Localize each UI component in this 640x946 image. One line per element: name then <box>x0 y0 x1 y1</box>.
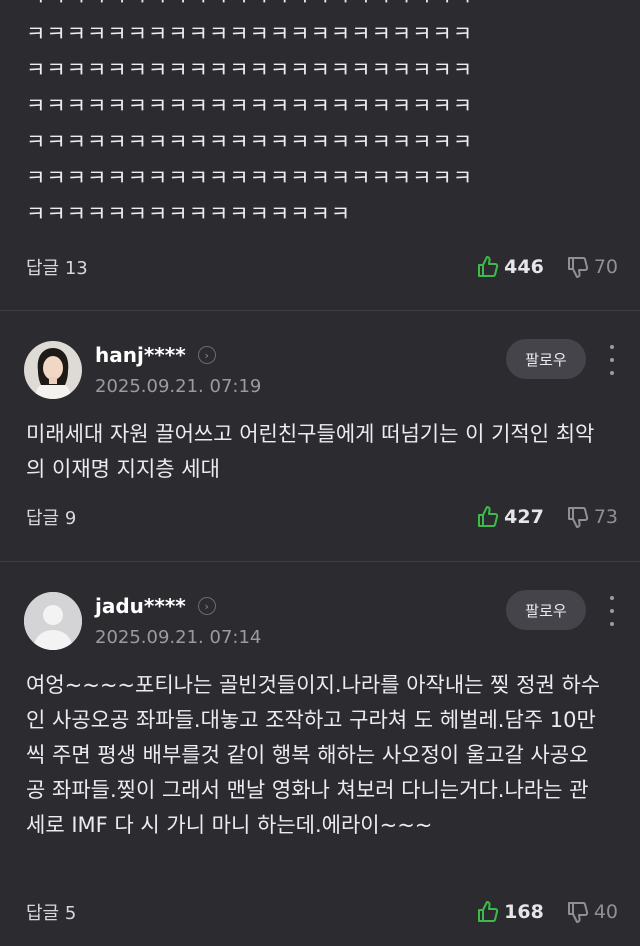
comment-date: 2025.09.21. 07:19 <box>95 376 262 397</box>
dislike-count: 70 <box>593 256 618 278</box>
username[interactable]: jadu**** <box>95 594 186 618</box>
avatar[interactable] <box>24 592 82 650</box>
comment-item: ㅋㅋㅋㅋㅋㅋㅋㅋㅋㅋㅋㅋㅋㅋㅋㅋㅋㅋㅋㅋㅋㅋ ㅋㅋㅋㅋㅋㅋㅋㅋㅋㅋㅋㅋㅋㅋㅋㅋㅋ… <box>0 0 640 311</box>
follow-button[interactable]: 팔로우 <box>506 339 586 379</box>
username[interactable]: hanj**** <box>95 343 186 367</box>
comment-text: 미래세대 자원 끌어쓰고 어린친구들에게 떠넘기는 이 기적인 최악의 이재명 … <box>26 422 595 481</box>
username-row: hanj**** › <box>95 343 216 367</box>
comment-item: jadu**** › 2025.09.21. 07:14 팔로우 여엉~~~~포… <box>0 562 640 946</box>
reply-button[interactable]: 답글 13 <box>26 254 476 280</box>
like-button[interactable]: 168 <box>476 900 544 924</box>
dislike-button[interactable]: 70 <box>566 255 618 279</box>
thumbs-up-icon <box>478 256 499 277</box>
comment-date: 2025.09.21. 07:14 <box>95 627 262 648</box>
follow-button[interactable]: 팔로우 <box>506 590 586 630</box>
comment-footer: 답글 5 168 40 <box>26 897 618 927</box>
reply-button[interactable]: 답글 5 <box>26 899 476 925</box>
comment-text: ㅋㅋㅋㅋㅋㅋㅋㅋㅋㅋㅋㅋㅋㅋㅋㅋㅋㅋㅋㅋㅋㅋ ㅋㅋㅋㅋㅋㅋㅋㅋㅋㅋㅋㅋㅋㅋㅋㅋㅋ… <box>26 0 474 226</box>
like-count: 168 <box>504 901 544 923</box>
thumbs-up-icon <box>478 901 499 922</box>
more-vertical-icon[interactable] <box>608 345 616 375</box>
thumbs-down-icon <box>567 902 588 923</box>
comment-footer: 답글 9 427 73 <box>26 502 618 532</box>
like-count: 427 <box>504 506 544 528</box>
thumbs-down-icon <box>567 257 588 278</box>
like-button[interactable]: 446 <box>476 255 544 279</box>
thumbs-up-icon <box>478 506 499 527</box>
user-photo-icon <box>24 341 82 399</box>
avatar[interactable] <box>24 341 82 399</box>
comment-text: 여엉~~~~포티나는 골빈것들이지.나라를 아작내는 찢 정권 하수인 사공오공… <box>26 673 601 837</box>
username-row: jadu**** › <box>95 594 216 618</box>
thumbs-down-icon <box>567 507 588 528</box>
dislike-count: 40 <box>593 901 618 923</box>
comment-footer: 답글 13 446 70 <box>26 252 618 282</box>
dislike-button[interactable]: 73 <box>566 505 618 529</box>
like-count: 446 <box>504 256 544 278</box>
reply-button[interactable]: 답글 9 <box>26 504 476 530</box>
dislike-count: 73 <box>593 506 618 528</box>
default-avatar-icon <box>24 592 82 650</box>
chevron-right-icon[interactable]: › <box>197 346 216 364</box>
more-vertical-icon[interactable] <box>608 596 616 626</box>
dislike-button[interactable]: 40 <box>566 900 618 924</box>
comment-item: hanj**** › 2025.09.21. 07:19 팔로우 미래세대 자원… <box>0 311 640 562</box>
like-button[interactable]: 427 <box>476 505 544 529</box>
chevron-right-icon[interactable]: › <box>197 597 216 615</box>
